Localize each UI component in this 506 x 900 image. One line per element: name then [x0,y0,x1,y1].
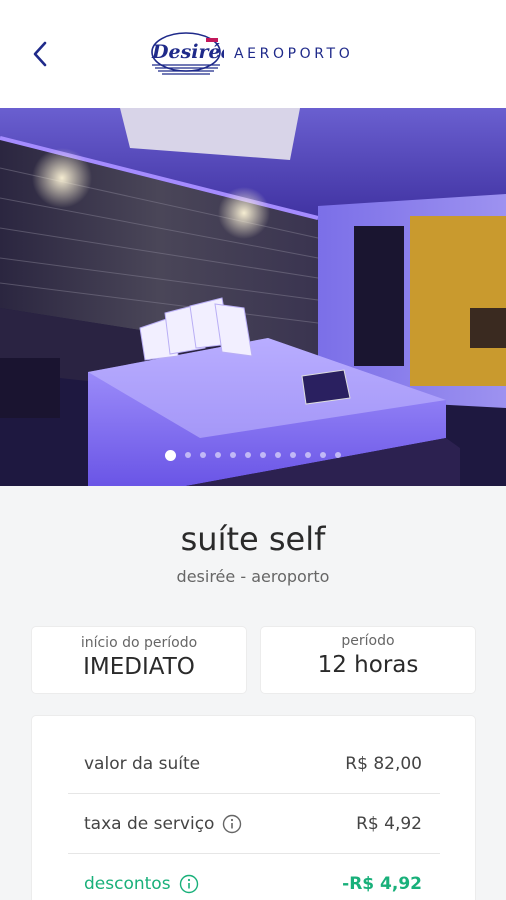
location-label: AEROPORTO [234,46,354,62]
app-header: Desirée AEROPORTO [0,0,506,108]
discounts-label: descontos [84,874,171,894]
gallery-dot[interactable] [275,452,281,458]
gallery-dot[interactable] [290,452,296,458]
period-length-label: período [341,633,395,649]
chevron-left-icon [33,41,47,67]
price-summary-card: valor da suíte R$ 82,00 taxa de serviço … [32,716,475,900]
gallery-dot[interactable] [335,452,341,458]
gallery-dot[interactable] [185,452,191,458]
discounts-value: -R$ 4,92 [342,874,422,894]
period-length-card[interactable]: período 12 horas [261,627,475,693]
svg-text:Desirée: Desirée [151,41,224,63]
suite-subtitle: desirée - aeroporto [176,567,330,586]
suite-title: suíte self [180,520,326,558]
price-row-discounts: descontos -R$ 4,92 [84,854,422,900]
discounts-label-group: descontos [84,874,199,894]
gallery-dot[interactable] [230,452,236,458]
suite-photo-gallery[interactable] [0,108,506,486]
gallery-dot[interactable] [320,452,326,458]
period-start-card[interactable]: início do período IMEDIATO [32,627,246,693]
gallery-dot[interactable] [200,452,206,458]
gallery-dot[interactable] [245,452,251,458]
price-row-service-fee: taxa de serviço R$ 4,92 [84,794,422,854]
gallery-dot-active[interactable] [165,450,176,461]
service-fee-label: taxa de serviço [84,814,215,834]
gallery-dot[interactable] [215,452,221,458]
service-fee-label-group: taxa de serviço [84,814,242,834]
suite-photo [0,108,506,486]
suite-price-value: R$ 82,00 [345,754,422,774]
info-icon[interactable] [179,874,199,894]
period-length-value: 12 horas [317,652,419,678]
period-start-label: início do período [80,635,198,651]
gallery-dot[interactable] [260,452,266,458]
desiree-logo: Desirée [151,32,224,75]
service-fee-value: R$ 4,92 [356,814,422,834]
back-button[interactable] [22,34,58,74]
gallery-dot[interactable] [305,452,311,458]
price-row-suite: valor da suíte R$ 82,00 [84,734,422,794]
period-start-value: IMEDIATO [83,654,195,680]
brand-logo: Desirée AEROPORTO [148,28,353,80]
gallery-pagination[interactable] [0,450,506,461]
suite-price-label: valor da suíte [84,754,201,774]
info-icon[interactable] [222,814,242,834]
